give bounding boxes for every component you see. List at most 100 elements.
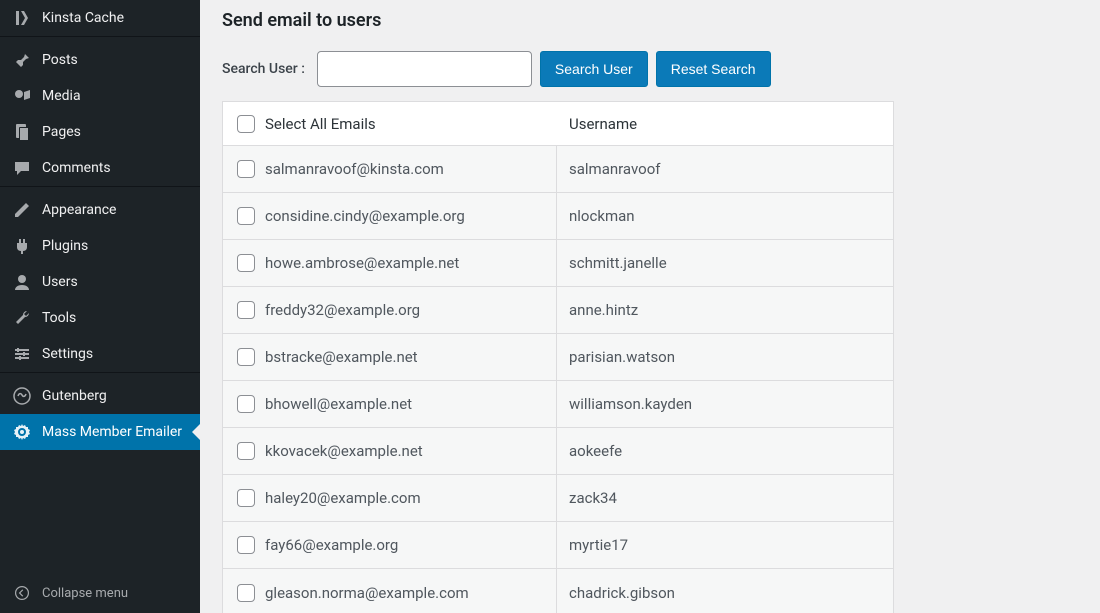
row-checkbox[interactable] — [237, 395, 255, 413]
sidebar-item-label: Settings — [42, 345, 93, 363]
sidebar-item-users[interactable]: Users — [0, 264, 200, 300]
main-content: Send email to users Search User : Search… — [200, 0, 1100, 613]
row-checkbox[interactable] — [237, 536, 255, 554]
reset-search-button[interactable]: Reset Search — [656, 51, 771, 87]
td-email: haley20@example.com — [223, 475, 557, 521]
sidebar-item-label: Pages — [42, 123, 81, 141]
row-checkbox[interactable] — [237, 348, 255, 366]
username-cell: zack34 — [557, 489, 893, 507]
row-checkbox[interactable] — [237, 254, 255, 272]
appearance-icon — [12, 200, 32, 220]
table-row: bstracke@example.net parisian.watson — [223, 334, 893, 381]
sidebar-item-label: Mass Member Emailer — [42, 423, 182, 441]
email-cell: bhowell@example.net — [265, 395, 412, 413]
plugins-icon — [12, 236, 32, 256]
gear-icon — [12, 422, 32, 442]
page-title: Send email to users — [222, 10, 1078, 31]
select-all-checkbox[interactable] — [237, 115, 255, 133]
td-email: kkovacek@example.net — [223, 428, 557, 474]
row-checkbox[interactable] — [237, 160, 255, 178]
sidebar-item-plugins[interactable]: Plugins — [0, 228, 200, 264]
search-input[interactable] — [317, 51, 532, 87]
gutenberg-icon — [12, 386, 32, 406]
pin-icon — [12, 50, 32, 70]
table-row: haley20@example.com zack34 — [223, 475, 893, 522]
email-cell: fay66@example.org — [265, 536, 398, 554]
td-email: salmanravoof@kinsta.com — [223, 146, 557, 192]
row-checkbox[interactable] — [237, 301, 255, 319]
search-row: Search User : Search User Reset Search — [222, 51, 1078, 87]
td-email: freddy32@example.org — [223, 287, 557, 333]
sidebar-item-kinsta-cache[interactable]: Kinsta Cache — [0, 0, 200, 36]
username-cell: aokeefe — [557, 442, 893, 460]
tools-icon — [12, 308, 32, 328]
row-checkbox[interactable] — [237, 489, 255, 507]
search-label: Search User : — [222, 61, 309, 77]
email-cell: howe.ambrose@example.net — [265, 254, 459, 272]
row-checkbox[interactable] — [237, 442, 255, 460]
email-cell: gleason.norma@example.com — [265, 584, 469, 602]
sidebar-item-label: Comments — [42, 159, 111, 177]
email-cell: considine.cindy@example.org — [265, 207, 465, 225]
sidebar-item-label: Users — [42, 273, 78, 291]
sidebar-item-media[interactable]: Media — [0, 78, 200, 114]
username-cell: salmanravoof — [557, 160, 893, 178]
settings-icon — [12, 344, 32, 364]
username-cell: myrtie17 — [557, 536, 893, 554]
td-email: fay66@example.org — [223, 522, 557, 568]
th-email-label: Select All Emails — [265, 115, 376, 133]
sidebar-item-mass-member-emailer[interactable]: Mass Member Emailer — [0, 414, 200, 450]
collapse-menu[interactable]: Collapse menu — [0, 573, 200, 613]
sidebar-item-settings[interactable]: Settings — [0, 336, 200, 372]
username-cell: schmitt.janelle — [557, 254, 893, 272]
username-cell: anne.hintz — [557, 301, 893, 319]
th-username: Username — [557, 115, 893, 133]
row-checkbox[interactable] — [237, 584, 255, 602]
pages-icon — [12, 122, 32, 142]
td-email: bstracke@example.net — [223, 334, 557, 380]
sidebar-item-label: Plugins — [42, 237, 88, 255]
sidebar-item-posts[interactable]: Posts — [0, 42, 200, 78]
username-cell: nlockman — [557, 207, 893, 225]
search-user-button[interactable]: Search User — [540, 51, 648, 87]
sidebar-item-pages[interactable]: Pages — [0, 114, 200, 150]
sidebar-item-comments[interactable]: Comments — [0, 150, 200, 186]
media-icon — [12, 86, 32, 106]
username-cell: williamson.kayden — [557, 395, 893, 413]
email-cell: bstracke@example.net — [265, 348, 418, 366]
table-row: kkovacek@example.net aokeefe — [223, 428, 893, 475]
email-cell: salmanravoof@kinsta.com — [265, 160, 444, 178]
sidebar-item-label: Tools — [42, 309, 76, 327]
table-row: salmanravoof@kinsta.com salmanravoof — [223, 146, 893, 193]
table-header: Select All Emails Username — [223, 102, 893, 146]
table-row: gleason.norma@example.com chadrick.gibson — [223, 569, 893, 613]
collapse-label: Collapse menu — [42, 586, 128, 601]
th-email: Select All Emails — [223, 115, 557, 133]
sidebar-item-label: Posts — [42, 51, 78, 69]
username-cell: parisian.watson — [557, 348, 893, 366]
admin-sidebar: Kinsta Cache Posts Media Pages Comments … — [0, 0, 200, 613]
sidebar-item-gutenberg[interactable]: Gutenberg — [0, 378, 200, 414]
sidebar-item-label: Appearance — [42, 201, 116, 219]
sidebar-item-label: Media — [42, 87, 81, 105]
collapse-icon — [12, 583, 32, 603]
email-cell: kkovacek@example.net — [265, 442, 423, 460]
table-body: salmanravoof@kinsta.com salmanravoof consi… — [223, 146, 893, 613]
email-cell: haley20@example.com — [265, 489, 421, 507]
sidebar-item-appearance[interactable]: Appearance — [0, 192, 200, 228]
td-email: gleason.norma@example.com — [223, 569, 557, 613]
users-table: Select All Emails Username salmanravoof@… — [222, 101, 894, 613]
sidebar-item-label: Gutenberg — [42, 387, 107, 405]
td-email: bhowell@example.net — [223, 381, 557, 427]
td-email: howe.ambrose@example.net — [223, 240, 557, 286]
email-cell: freddy32@example.org — [265, 301, 420, 319]
table-row: fay66@example.org myrtie17 — [223, 522, 893, 569]
row-checkbox[interactable] — [237, 207, 255, 225]
table-row: bhowell@example.net williamson.kayden — [223, 381, 893, 428]
table-row: howe.ambrose@example.net schmitt.janelle — [223, 240, 893, 287]
table-row: freddy32@example.org anne.hintz — [223, 287, 893, 334]
comments-icon — [12, 158, 32, 178]
sidebar-item-tools[interactable]: Tools — [0, 300, 200, 336]
username-cell: chadrick.gibson — [557, 584, 893, 602]
td-email: considine.cindy@example.org — [223, 193, 557, 239]
